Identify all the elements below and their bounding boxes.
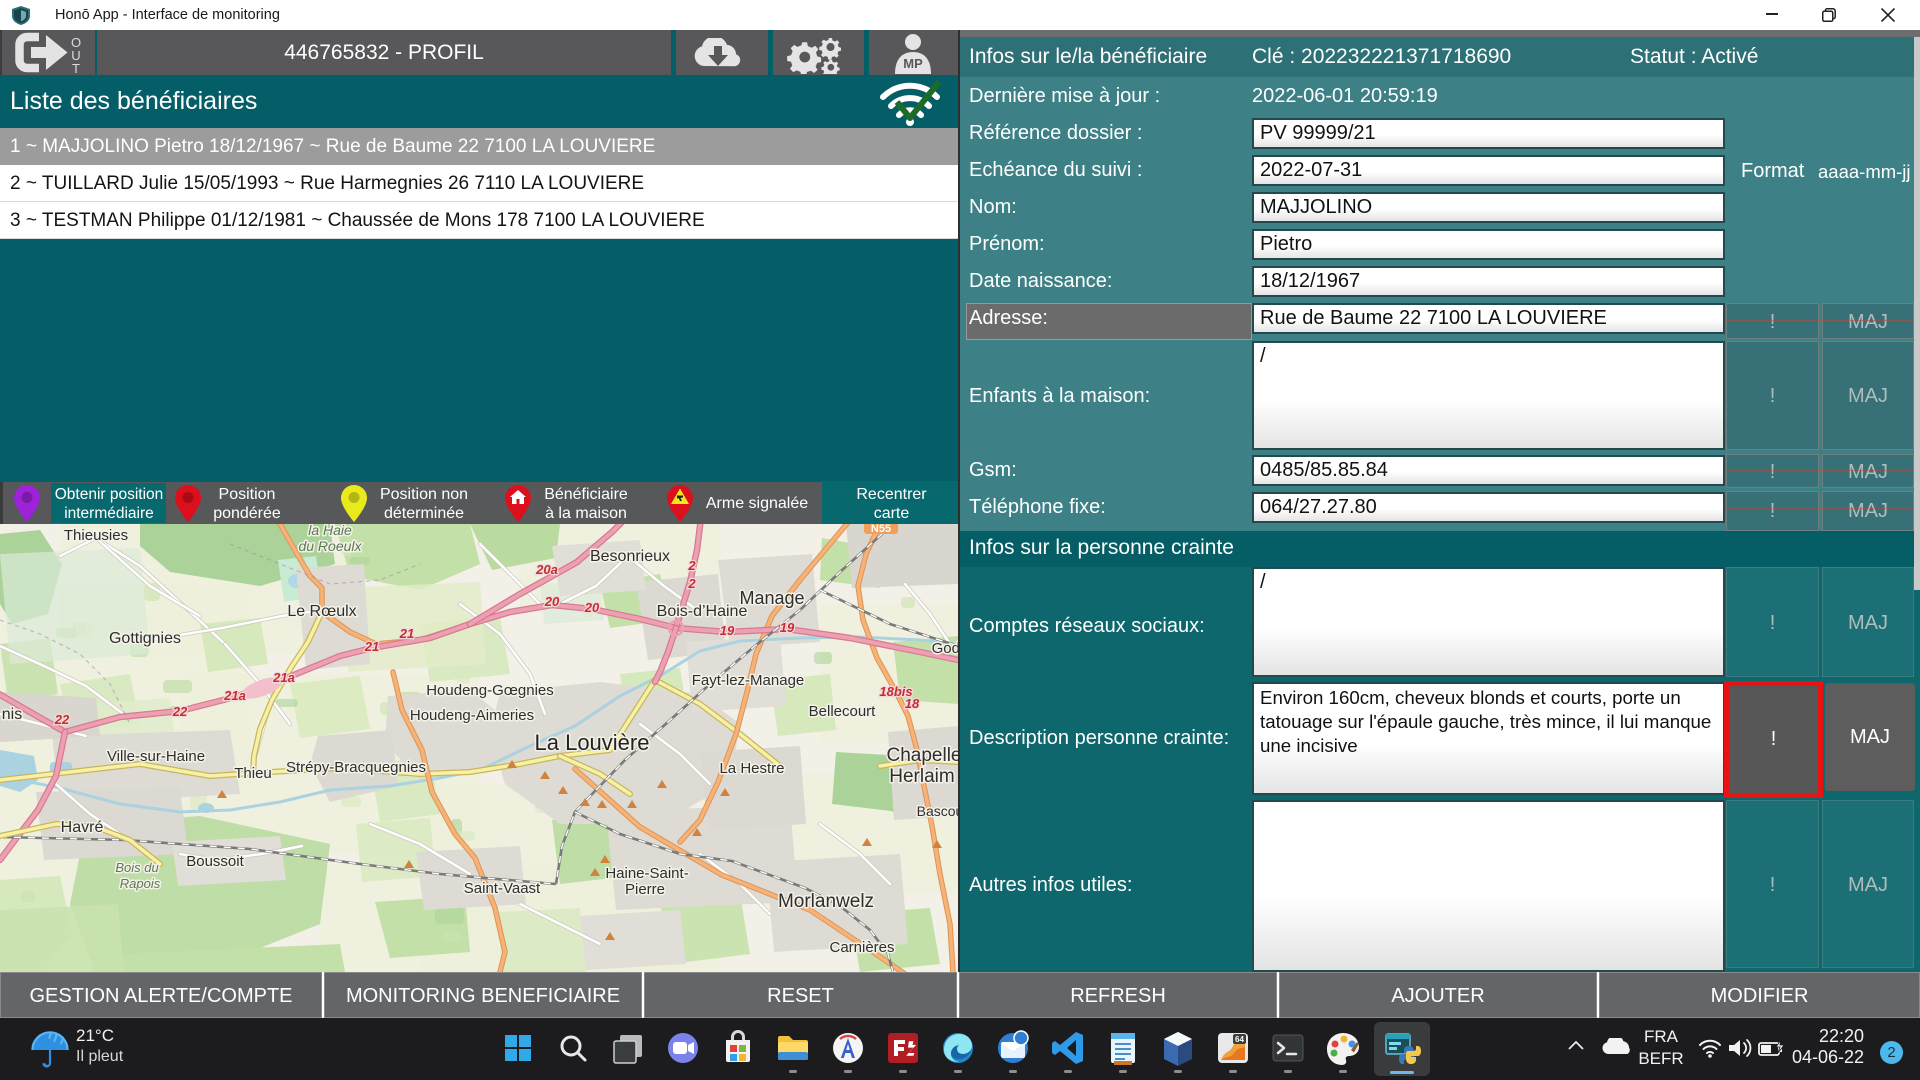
svg-text:19: 19: [780, 620, 795, 635]
svg-text:nis: nis: [2, 706, 22, 723]
svg-text:Besonrieux: Besonrieux: [590, 548, 670, 565]
svg-text:Bois-d’Haine: Bois-d’Haine: [657, 603, 748, 620]
svg-text:Bascou: Bascou: [917, 803, 958, 819]
svg-text:du Roeulx: du Roeulx: [298, 538, 362, 554]
svg-text:Herlaim: Herlaim: [889, 766, 954, 787]
svg-text:La Hestre: La Hestre: [719, 760, 784, 777]
svg-text:20: 20: [544, 594, 560, 609]
svg-text:2: 2: [687, 576, 696, 591]
svg-text:Saint-Vaast: Saint-Vaast: [464, 880, 541, 897]
svg-text:Bois du: Bois du: [115, 860, 158, 875]
svg-text:Houdeng-Gœgnies: Houdeng-Gœgnies: [426, 682, 554, 699]
svg-text:MP: MP: [903, 56, 923, 71]
svg-text:21a: 21a: [223, 688, 246, 703]
svg-text:T: T: [72, 61, 80, 74]
svg-text:Chapelle: Chapelle: [887, 745, 959, 766]
svg-text:Thieusies: Thieusies: [64, 527, 128, 544]
svg-text:N55: N55: [871, 524, 891, 535]
svg-text:Houdeng-Aimeries: Houdeng-Aimeries: [410, 707, 534, 724]
svg-text:21a: 21a: [272, 670, 295, 685]
svg-text:Gottignies: Gottignies: [109, 630, 181, 647]
svg-text:Thieu: Thieu: [234, 765, 272, 782]
svg-text:Goda: Goda: [932, 640, 958, 657]
svg-text:Pierre: Pierre: [625, 881, 665, 898]
svg-text:22: 22: [172, 704, 188, 719]
svg-text:64: 64: [1235, 1035, 1244, 1044]
svg-text:Fayt-lez-Manage: Fayt-lez-Manage: [692, 672, 805, 689]
svg-text:Haine-Saint-: Haine-Saint-: [605, 865, 688, 882]
svg-text:Manage: Manage: [739, 588, 804, 608]
svg-text:la Haie: la Haie: [308, 524, 352, 538]
svg-text:Le Rœulx: Le Rœulx: [287, 603, 356, 620]
svg-text:21: 21: [399, 626, 414, 641]
svg-text:2: 2: [687, 558, 696, 573]
svg-text:19: 19: [720, 623, 735, 638]
svg-text:20a: 20a: [535, 562, 558, 577]
svg-text:Morlanwelz: Morlanwelz: [778, 891, 874, 912]
svg-text:La Louvière: La Louvière: [535, 730, 650, 755]
svg-text:Bellecourt: Bellecourt: [809, 703, 877, 720]
svg-text:Havré: Havré: [61, 819, 104, 836]
svg-text:Ville-sur-Haine: Ville-sur-Haine: [107, 748, 205, 765]
svg-text:22: 22: [54, 712, 70, 727]
svg-text:Carnières: Carnières: [829, 939, 894, 956]
svg-text:Rapois: Rapois: [120, 876, 161, 891]
svg-text:18: 18: [905, 696, 920, 711]
svg-text:21: 21: [364, 639, 379, 654]
svg-text:Boussoit: Boussoit: [186, 853, 244, 870]
svg-text:Strépy-Bracquegnies: Strépy-Bracquegnies: [286, 759, 426, 776]
svg-text:20: 20: [584, 600, 600, 615]
